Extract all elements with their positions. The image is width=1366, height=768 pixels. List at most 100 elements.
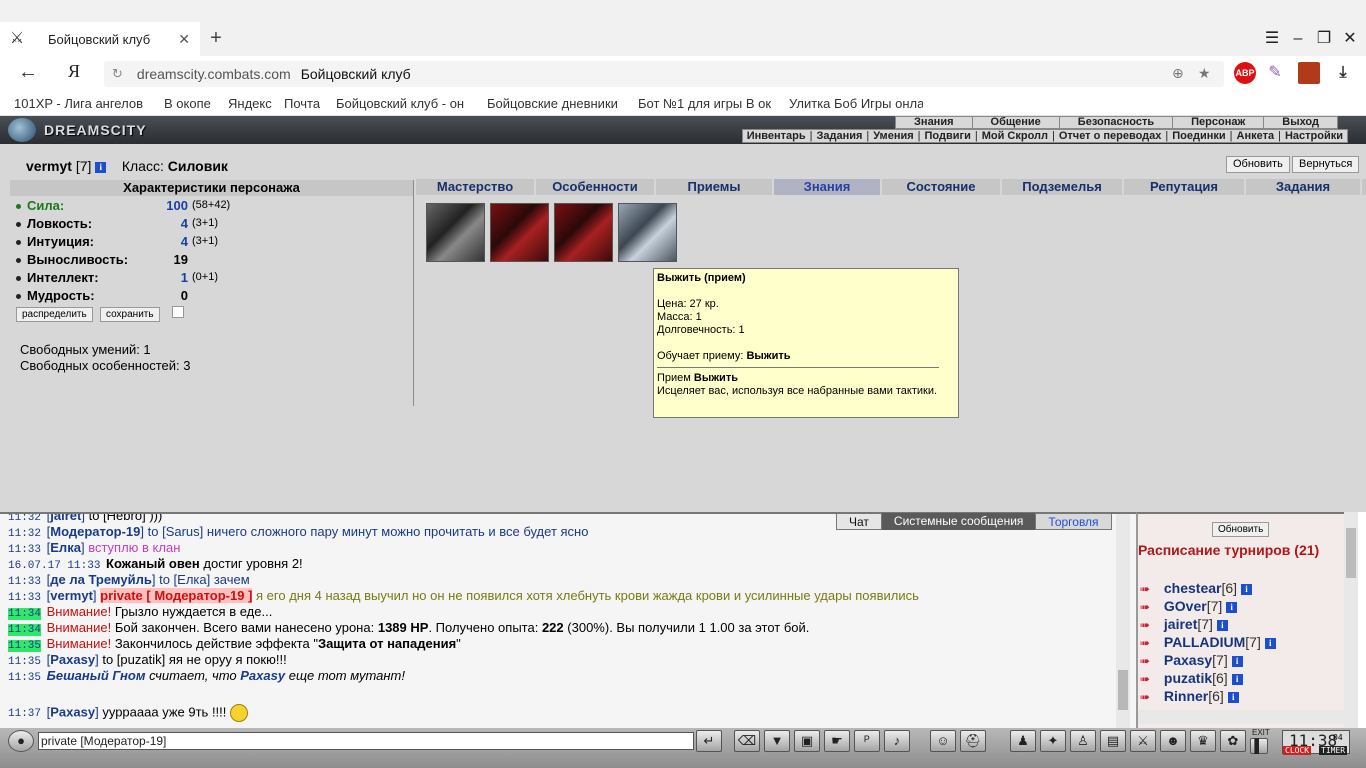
paw-icon[interactable]: ✿: [1220, 730, 1246, 752]
scroll-card-icon[interactable]: [554, 203, 613, 262]
sub-menu-item[interactable]: Поединки: [1168, 130, 1229, 142]
tab-techniques[interactable]: Приемы: [656, 179, 774, 195]
back-arrow-icon[interactable]: ←: [18, 61, 38, 84]
info-icon[interactable]: i: [1240, 583, 1252, 595]
tab-mastery[interactable]: Мастерство: [416, 179, 536, 195]
sub-menu-item[interactable]: Отчет о переводах: [1055, 130, 1166, 142]
player-row[interactable]: ➠ jairet[7] i: [1140, 616, 1228, 634]
sub-menu-item[interactable]: Анкета: [1233, 130, 1279, 142]
chat-nick[interactable]: Paxasy: [50, 652, 95, 667]
scroll-card-icon[interactable]: [618, 203, 677, 262]
chat-nick[interactable]: Модератор-19: [50, 524, 140, 539]
bookmark-star-icon[interactable]: ★: [1198, 65, 1211, 82]
chat-tab-system[interactable]: Системные сообщения: [881, 513, 1036, 530]
sub-menu-item[interactable]: Настройки: [1281, 130, 1347, 142]
sound-icon[interactable]: ♪: [884, 730, 910, 752]
scroll-card-icon[interactable]: [490, 203, 549, 262]
close-window-icon[interactable]: ✕: [1340, 30, 1360, 48]
arrow-icon[interactable]: ➠: [1140, 600, 1160, 614]
player-name[interactable]: chestear: [1164, 580, 1222, 596]
smiles-icon[interactable]: ●: [8, 730, 34, 752]
return-button[interactable]: Вернуться: [1292, 156, 1360, 173]
main-menu-item[interactable]: Персонаж: [1172, 117, 1263, 128]
sub-menu-item[interactable]: Умения: [869, 130, 917, 142]
mage-icon[interactable]: ♟: [1010, 730, 1036, 752]
bookmark-item[interactable]: Яндекс: [228, 96, 272, 111]
bookmark-item[interactable]: Бот №1 для игры В ок: [638, 96, 772, 111]
send-icon[interactable]: ↵: [696, 730, 722, 752]
player-name[interactable]: PALLADIUM: [1164, 634, 1245, 650]
player-name[interactable]: puzatik: [1164, 670, 1212, 686]
arrow-icon[interactable]: ➠: [1140, 690, 1160, 704]
chat-nick[interactable]: Кожаный овен: [106, 556, 200, 571]
info-icon[interactable]: i: [1216, 619, 1228, 631]
main-menu-item[interactable]: Общение: [971, 117, 1059, 128]
main-menu-item[interactable]: Знания: [896, 117, 971, 128]
player-row[interactable]: ➠ GOver[7] i: [1140, 598, 1238, 616]
pointer-icon[interactable]: ☛: [824, 730, 850, 752]
helmet-icon[interactable]: ⛑: [960, 730, 986, 752]
tab-knowledge[interactable]: Знания: [774, 179, 882, 195]
character-name[interactable]: vermyt: [26, 158, 72, 174]
tournament-hscrollbar[interactable]: [1138, 710, 1344, 724]
info-icon[interactable]: i: [1227, 691, 1239, 703]
feather-icon[interactable]: ✎: [1264, 62, 1286, 84]
info-icon[interactable]: i: [1231, 655, 1243, 667]
yandex-logo-icon[interactable]: Я: [68, 61, 80, 82]
chat-scrollbar[interactable]: [1116, 514, 1130, 728]
fight-icon[interactable]: ⚔: [1130, 730, 1156, 752]
chat-to[interactable]: to [Hebro]: [89, 514, 146, 523]
chat-nick[interactable]: Paxasy: [50, 704, 95, 719]
menu-icon[interactable]: ☰: [1262, 30, 1282, 48]
player-name[interactable]: jairet: [1164, 616, 1197, 632]
chat-nick[interactable]: Бешаный Гном: [47, 668, 146, 683]
chat-scroll-thumb[interactable]: [1118, 670, 1128, 710]
chat-nick[interactable]: Елка: [50, 540, 81, 555]
tab-features[interactable]: Особенности: [536, 179, 656, 195]
save-button[interactable]: сохранить: [100, 307, 160, 322]
arrow-icon[interactable]: ➠: [1140, 618, 1160, 632]
bookmark-item[interactable]: Улитка Боб Игры онла: [789, 96, 923, 111]
chat-input[interactable]: [38, 732, 694, 750]
confirm-checkbox[interactable]: [172, 306, 184, 318]
player-name[interactable]: GOver: [1164, 598, 1207, 614]
chat-tab-trade[interactable]: Торговля: [1035, 513, 1112, 530]
bookmark-item[interactable]: В окопе: [164, 96, 211, 111]
sub-menu-item[interactable]: Задания: [812, 130, 866, 142]
tab-quests[interactable]: Задания: [1246, 179, 1362, 195]
sub-menu-item[interactable]: Инвентарь: [743, 130, 810, 142]
info-icon[interactable]: i: [1231, 673, 1243, 685]
bag-icon[interactable]: ♙: [1070, 730, 1096, 752]
translate-icon[interactable]: ⊕: [1172, 65, 1184, 82]
new-tab-button[interactable]: +: [206, 26, 226, 50]
filter-icon[interactable]: ▼: [764, 730, 790, 752]
bookmark-item[interactable]: Бойцовские дневники: [487, 96, 619, 111]
save-log-icon[interactable]: ▣: [794, 730, 820, 752]
tournament-refresh-button[interactable]: Обновить: [1212, 522, 1270, 537]
info-icon[interactable]: i: [95, 161, 107, 173]
chat-to[interactable]: to [Sarus]: [148, 524, 204, 539]
spell-icon[interactable]: ✦: [1040, 730, 1066, 752]
scroll-card-icon[interactable]: [426, 203, 485, 262]
player-row[interactable]: ➠ chestear[6] i: [1140, 580, 1252, 598]
bookmark-item[interactable]: Бойцовский клуб - он: [336, 96, 468, 111]
tab-reputation[interactable]: Репутация: [1124, 179, 1246, 195]
player-name[interactable]: Rinner: [1164, 688, 1208, 704]
arrow-icon[interactable]: ➠: [1140, 654, 1160, 668]
group-icon[interactable]: ♛: [1190, 730, 1216, 752]
player-name[interactable]: Paxasy: [1164, 652, 1212, 668]
sub-menu-item[interactable]: Подвиги: [921, 130, 975, 142]
main-menu-item[interactable]: Безопасность: [1058, 117, 1172, 128]
exit-door-icon[interactable]: ▌: [1250, 738, 1268, 754]
private-icon[interactable]: ᴾ: [854, 730, 880, 752]
download-icon[interactable]: ⤓: [1332, 62, 1354, 84]
chat-to[interactable]: to [Елка]: [159, 572, 210, 587]
chat-private-tag[interactable]: private [ Модератор-19 ]: [100, 588, 253, 603]
tournament-scrollbar[interactable]: [1344, 512, 1358, 728]
extension-icon[interactable]: [1298, 62, 1320, 84]
player-row[interactable]: ➠ Paxasy[7] i: [1140, 652, 1243, 670]
reload-icon[interactable]: ↻: [112, 66, 123, 82]
chat-nick[interactable]: де ла Тремуйль: [50, 572, 152, 587]
chat-nick[interactable]: vermyt: [50, 588, 93, 603]
chat-nick[interactable]: Paxasy: [240, 668, 285, 683]
